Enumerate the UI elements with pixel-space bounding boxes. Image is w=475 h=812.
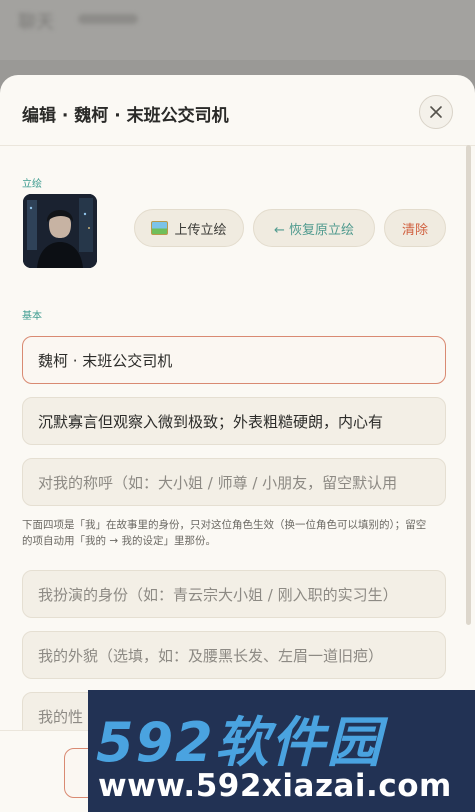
portrait-section-label: 立绘 (22, 179, 42, 190)
modal-header: 编辑 · 魏柯 · 末班公交司机 (0, 75, 475, 146)
restore-portrait-label: ← 恢复原立绘 (273, 222, 355, 238)
character-name-input[interactable]: 魏柯 · 末班公交司机 (22, 336, 446, 384)
my-identity-input[interactable]: 我扮演的身份（如：青云宗大小姐 / 刚入职的实习生） (22, 570, 446, 618)
my-appearance-input[interactable]: 我的外貌（选填，如：及腰黑长发、左眉一道旧疤） (22, 631, 446, 679)
close-icon (430, 106, 442, 118)
upload-portrait-button[interactable]: 上传立绘 (134, 209, 244, 247)
modal-title: 编辑 · 魏柯 · 末班公交司机 (22, 106, 229, 126)
close-button[interactable] (419, 95, 453, 129)
portrait-thumbnail[interactable] (23, 194, 97, 268)
basic-section-label: 基本 (22, 311, 42, 322)
clear-portrait-button[interactable]: 清除 (384, 209, 446, 247)
character-description-input[interactable]: 沉默寡言但观察入微到极致；外表粗糙硬朗，内心有 (22, 397, 446, 445)
background-title: 聊天 (18, 12, 54, 33)
upload-portrait-label: 上传立绘 (174, 222, 227, 238)
watermark-logo: 592软件园 (96, 711, 383, 774)
image-icon (151, 221, 169, 235)
watermark-url: www.592xiazai.com (98, 768, 452, 804)
clear-portrait-label: 清除 (401, 222, 428, 238)
background-topbar: 聊天 (0, 0, 475, 60)
scrollbar[interactable] (466, 145, 471, 625)
watermark: 592软件园 www.592xiazai.com (88, 690, 475, 812)
identity-hint-text: 下面四项是「我」在故事里的身份，只对这位角色生效（换一位角色可以填别的）；留空的… (22, 519, 427, 547)
restore-portrait-button[interactable]: ← 恢复原立绘 (253, 209, 375, 247)
address-me-input[interactable]: 对我的称呼（如：大小姐 / 师尊 / 小朋友，留空默认用 (22, 458, 446, 506)
background-subtitle-placeholder (78, 14, 138, 24)
portrait-image (23, 194, 97, 268)
